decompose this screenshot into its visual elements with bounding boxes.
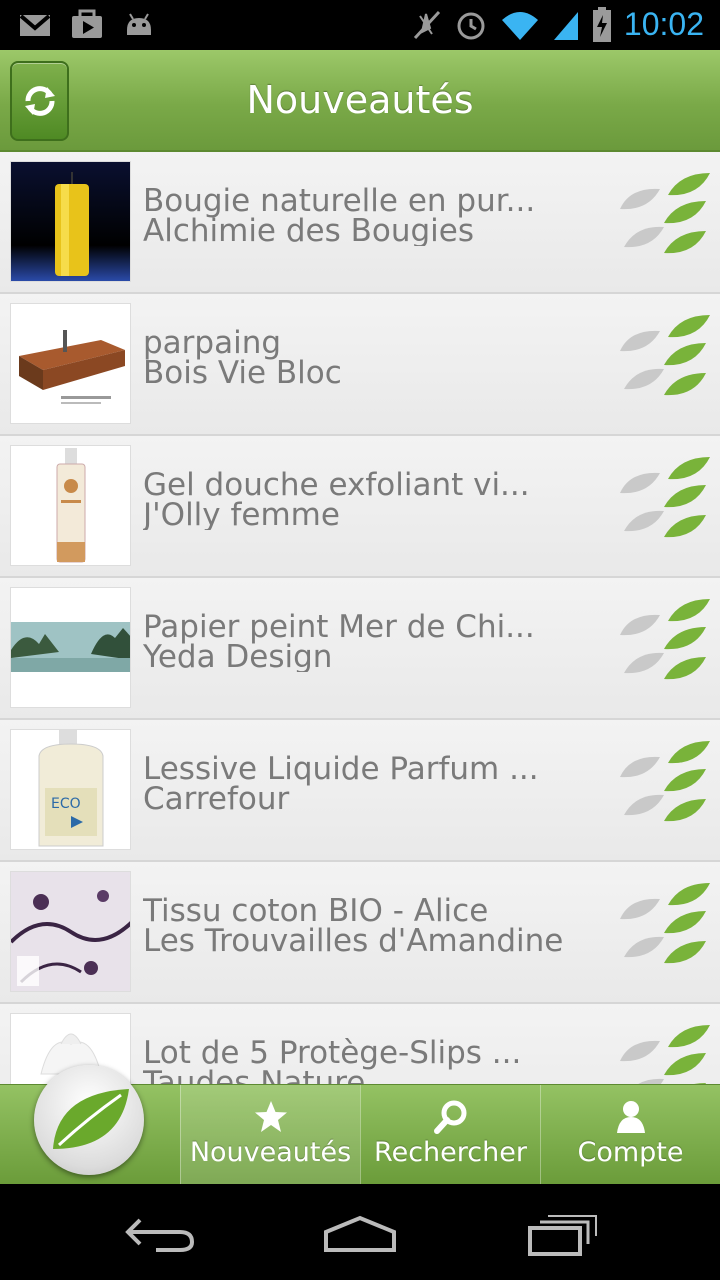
alarm-icon — [457, 12, 485, 39]
product-thumbnail: ECO — [10, 729, 131, 850]
leaves-rating-icon — [620, 599, 710, 680]
leaves-rating-icon — [620, 741, 710, 822]
android-icon — [127, 13, 151, 35]
tab-rechercher[interactable]: Rechercher — [360, 1085, 540, 1185]
clock-time: 10:02 — [623, 6, 704, 42]
product-title: Lessive Liquide Parfum ... — [143, 754, 539, 787]
leaf-logo-icon — [53, 1089, 129, 1149]
leaves-rating-icon — [620, 173, 710, 254]
product-title: Tissu coton BIO - Alice — [143, 896, 489, 929]
tab-nouveautes[interactable]: Nouveautés — [180, 1085, 360, 1185]
leaves-rating-icon — [620, 315, 710, 396]
star-icon — [254, 1101, 287, 1132]
list-item[interactable]: parpaing Bois Vie Bloc — [0, 294, 720, 436]
search-icon — [433, 1100, 466, 1134]
product-brand: Les Trouvailles d'Amandine — [143, 923, 564, 957]
product-list[interactable]: Bougie naturelle en pur... Alchimie des … — [0, 152, 720, 1084]
list-item[interactable]: Bougie naturelle en pur... Alchimie des … — [0, 152, 720, 294]
svg-text:ECO: ECO — [51, 796, 81, 812]
back-icon[interactable] — [120, 1212, 200, 1256]
product-thumbnail — [10, 445, 131, 566]
wifi-icon — [501, 11, 538, 40]
tab-label: Compte — [577, 1137, 684, 1168]
home-logo-button[interactable] — [34, 1065, 144, 1175]
product-brand: Bois Vie Bloc — [143, 355, 342, 389]
list-item[interactable]: Gel douche exfoliant vi... J'Olly femme — [0, 436, 720, 578]
tab-label: Rechercher — [374, 1137, 527, 1168]
product-title: Lot de 5 Protège-Slips ... — [143, 1038, 522, 1071]
leaves-rating-icon — [620, 457, 710, 538]
product-brand: Alchimie des Bougies — [143, 213, 475, 247]
person-icon — [616, 1101, 645, 1133]
list-item[interactable]: Papier peint Mer de Chi... Yeda Design — [0, 578, 720, 720]
product-thumbnail — [10, 871, 131, 992]
product-brand: Carrefour — [143, 781, 290, 815]
product-title: Papier peint Mer de Chi... — [143, 612, 535, 645]
recent-apps-icon[interactable] — [522, 1212, 602, 1256]
battery-charging-icon — [592, 6, 611, 42]
home-icon[interactable] — [320, 1212, 400, 1256]
leaves-rating-icon — [620, 1025, 710, 1084]
bottom-tab-bar: Nouveautés Rechercher Compte — [0, 1065, 720, 1185]
product-title: Bougie naturelle en pur... — [143, 186, 536, 219]
signal-icon — [553, 11, 578, 40]
product-title: Gel douche exfoliant vi... — [143, 470, 530, 503]
product-thumbnail — [10, 161, 131, 282]
play-store-icon — [72, 9, 102, 38]
tab-compte[interactable]: Compte — [540, 1085, 720, 1185]
list-item[interactable]: Tissu coton BIO - Alice Les Trouvailles … — [0, 862, 720, 1004]
product-thumbnail — [10, 303, 131, 424]
product-thumbnail — [10, 587, 131, 708]
tab-label: Nouveautés — [189, 1137, 352, 1168]
leaves-rating-icon — [620, 883, 710, 964]
product-brand: Yeda Design — [143, 639, 333, 673]
status-bar: 10:02 — [0, 0, 720, 50]
page-title: Nouveautés — [246, 78, 474, 122]
list-item[interactable]: ECO Lessive Liquide Parfum ... Carrefour — [0, 720, 720, 862]
system-navigation-bar — [0, 1184, 720, 1280]
gmail-icon — [19, 14, 51, 36]
product-brand: J'Olly femme — [143, 497, 340, 531]
action-bar: Nouveautés — [0, 50, 720, 152]
product-title: parpaing — [143, 328, 282, 361]
mute-icon — [413, 10, 441, 39]
